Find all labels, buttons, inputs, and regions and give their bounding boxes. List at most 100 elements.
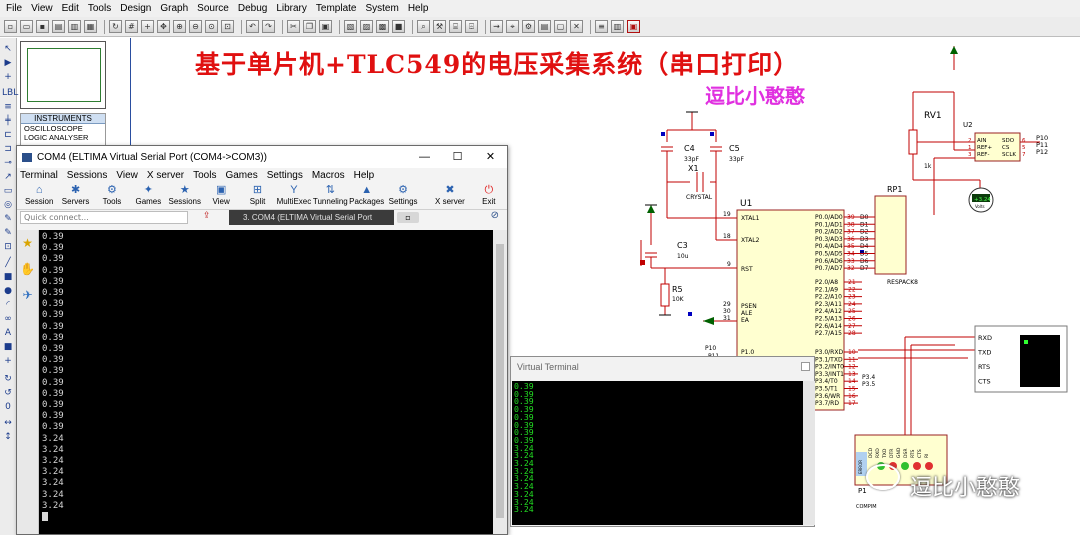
virtual-terminal-line: 0.39 [514,427,534,438]
label-x1-value: CRYSTAL [686,194,713,201]
toolbar-tools-button[interactable]: ⚙ Tools [94,183,130,209]
pin-19: 19 [723,211,731,218]
pin-p2-4: P2.4/A12 [815,308,842,315]
label-c3-value: 10u [677,253,689,260]
toolbar-packages-button[interactable]: ▲ Packages [349,183,385,209]
voltmeter-value: +3.24 [974,197,991,203]
virtual-terminal-line: 3.24 [514,450,534,461]
virtual-terminal-line: 0.39 [514,419,534,430]
virtual-terminal-line: 0.39 [514,388,534,399]
virtual-terminal-line: 0.39 [514,396,534,407]
toolbar-multiexec-button[interactable]: Y MultiExec [276,183,312,209]
pin-xtal1: XTAL1 [741,215,760,222]
com4-menu-sessions[interactable]: Sessions [67,170,108,181]
com4-side-panel: ★ ✋ ✈ [17,230,39,534]
terminal-line: 3.24 [42,478,64,489]
toolbar-label: Split [249,197,266,206]
virtual-terminal-line: 3.24 [514,458,534,469]
toolbar-tunneling-button[interactable]: ⇅ Tunneling [312,183,348,209]
com4-terminal-output[interactable]: 0.39 0.39 0.39 0.39 0.39 0.39 0.39 0.39 0.39 0.39… [39,230,493,534]
toolbar-exit-button[interactable]: ⏻ Exit [471,183,507,209]
toolbar-session-button[interactable]: ⌂ Session [21,183,57,209]
com4-menu-games[interactable]: Games [225,170,257,181]
tab-com4-session[interactable]: 3. COM4 (ELTIMA Virtual Serial Port [229,210,394,225]
virtual-terminal-title-bar[interactable]: Virtual Terminal [511,357,814,377]
quick-connect-input[interactable]: Quick connect... [20,210,188,224]
toolbar-label: Tunneling [312,197,348,206]
pin-18: 18 [723,233,731,240]
toolbar-view-button[interactable]: ▣ View [203,183,239,209]
pin-p3-5: P3.5/T1 [815,386,838,393]
com4-menu-bar: Terminal Sessions View X server Tools Ga… [17,168,507,183]
favorites-star-icon[interactable]: ★ [17,230,38,256]
sftp-icon[interactable]: ✈ [17,282,38,308]
com4-menu-tools[interactable]: Tools [193,170,216,181]
home-tab-icon[interactable]: ⇪ [203,211,211,221]
label-rv1: RV1 [924,111,942,121]
com4-menu-terminal[interactable]: Terminal [20,170,58,181]
minimize-button[interactable]: — [408,146,441,168]
pin-ale: ALE [741,310,752,317]
toolbar-servers-button[interactable]: ✱ Servers [57,183,93,209]
terminal-line: 0.39 [42,288,64,299]
toolbar-xserver-button[interactable]: ✖ X server [429,183,470,209]
pin-p2-7: P2.7/A15 [815,330,842,337]
toolbar-label: Games [135,197,162,206]
virtual-terminal-close-button[interactable] [801,362,810,371]
adc-pin-number-2: 3 [968,152,972,158]
terminal-line: 3.24 [42,489,64,500]
pin-p0-4: P0.4/AD4 [815,243,843,250]
com4-terminal-window: COM4 (ELTIMA Virtual Serial Port (COM4->… [16,145,508,535]
com4-menu-macros[interactable]: Macros [312,170,345,181]
virtual-terminal-block: RXD TXD RTS CTS [858,325,1068,440]
com4-scrollbar[interactable] [493,230,507,534]
virtual-terminal-line: 3.24 [514,496,534,507]
label-error: ERROR [858,460,863,474]
label-rv1-value: 1k [924,163,932,170]
toolbar-label: Packages [349,197,385,206]
label-r5-value: 10K [672,296,685,303]
com4-scrollbar-thumb[interactable] [496,244,504,518]
settings-icon: ⚙ [398,184,409,196]
adc-pin-r-1: CS [1002,145,1010,151]
tools-icon: ⚙ [107,184,117,196]
pin-p0-7: P0.7/AD7 [815,265,843,272]
adc-pin-2: REF- [977,152,989,158]
label-p1: P1 [858,487,867,495]
label-p1-value: COMPIM [856,504,877,510]
macro-icon[interactable]: ✋ [17,256,38,282]
pin-p3-3: P3.3/INT1 [815,371,844,378]
exit-power-icon: ⏻ [484,184,494,196]
toolbar-split-button[interactable]: ⊞ Split [239,183,275,209]
virtual-terminal-output[interactable]: 0.39 0.39 0.39 0.39 0.39 0.39 0.39 0.39 3.24 3.24… [512,381,803,525]
com4-menu-help[interactable]: Help [354,170,375,181]
terminal-line: 3.24 [42,444,64,455]
pin-rst: RST [741,266,753,273]
pin-p3-2: P3.2/INT0 [815,364,844,371]
maximize-button[interactable]: ☐ [441,146,474,168]
db9-pin-5: DSR [903,449,909,458]
pin-p2-6: P2.6/A14 [815,323,842,330]
com4-menu-xserver[interactable]: X server [147,170,184,181]
terminal-line: 0.39 [42,265,64,276]
com4-menu-settings[interactable]: Settings [267,170,303,181]
toolbar-sessions-button[interactable]: ★ Sessions [167,183,203,209]
terminal-line: 0.39 [42,400,64,411]
xserver-icon: ✖ [445,184,455,196]
tunneling-icon: ⇅ [325,184,335,196]
com4-menu-view[interactable]: View [116,170,138,181]
terminal-line: 3.24 [42,433,64,444]
pin-p1-0: P1.0 [741,349,754,356]
adc-pin-number-r-0: 6 [1022,138,1026,144]
db9-pin-0: DCD [868,447,874,458]
terminal-line: 0.39 [42,243,64,254]
com4-title-bar[interactable]: COM4 (ELTIMA Virtual Serial Port (COM4->… [17,146,507,168]
vcc-arrow-icon [703,317,714,325]
toolbar-games-button[interactable]: ✦ Games [130,183,166,209]
toolbar-settings-button[interactable]: ⚙ Settings [385,183,421,209]
new-tab-button[interactable]: ▫ [397,212,419,223]
close-button[interactable]: ✕ [474,146,507,168]
attach-icon[interactable]: ⊘ [491,210,499,221]
virtual-terminal-line: 3.24 [514,465,534,476]
virtual-terminal-scrollbar[interactable] [803,381,815,525]
